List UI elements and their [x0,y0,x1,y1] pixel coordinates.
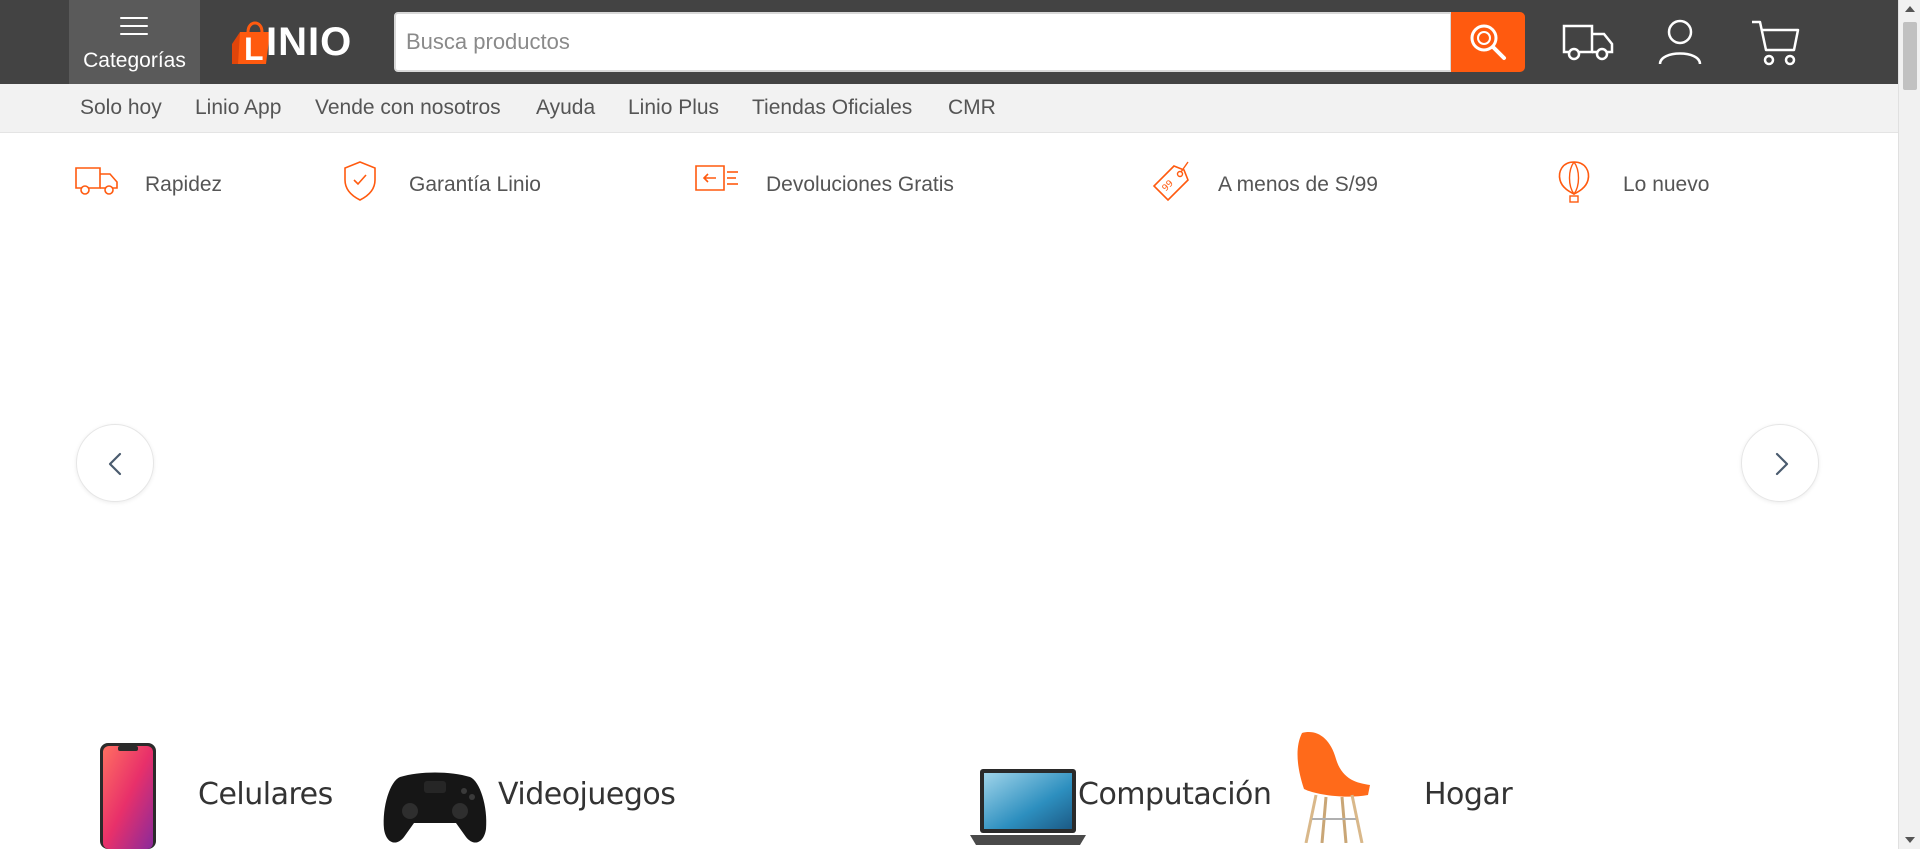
search-box [394,12,1452,72]
category-label: Videojuegos [498,777,676,812]
balloon-icon [1558,161,1590,203]
carousel-next-button[interactable] [1741,424,1819,502]
categories-menu-button[interactable]: Categorías [69,0,200,84]
cart-icon[interactable] [1748,16,1804,68]
nav-link-cmr[interactable]: CMR [948,96,996,120]
benefit-label: Rapidez [145,173,223,196]
top-header: Categorías L INIO [0,0,1898,84]
category-videojuegos[interactable]: Videojuegos [380,735,676,849]
category-celulares[interactable]: Celulares [96,735,336,849]
category-label: Hogar [1424,777,1513,812]
shield-icon [344,161,376,201]
nav-link-linio-plus[interactable]: Linio Plus [628,96,719,120]
chevron-right-icon [1775,452,1789,476]
search-input[interactable] [406,14,1436,70]
search-button[interactable] [1451,12,1525,72]
chair-image [1297,732,1370,843]
category-computacion[interactable]: Computación [968,735,1272,849]
price-tag-icon: 99 [1152,161,1189,202]
nav-link-ayuda[interactable]: Ayuda [536,96,595,120]
hamburger-icon [120,17,148,37]
user-icon[interactable] [1652,16,1708,68]
linio-logo[interactable]: L INIO [230,14,370,66]
scroll-up-arrow-icon[interactable] [1905,6,1915,12]
benefit-lo-nuevo[interactable]: Lo nuevo [1556,160,1756,210]
vertical-scrollbar[interactable] [1898,0,1920,849]
svg-text:L: L [244,31,264,66]
scroll-down-arrow-icon[interactable] [1905,837,1915,843]
benefit-label: Lo nuevo [1623,173,1710,196]
phone-image [100,743,156,849]
gamepad-image [383,772,487,843]
benefit-label: Devoluciones Gratis [766,173,954,196]
benefit-garantia[interactable]: Garantía Linio [342,160,562,210]
benefit-precio[interactable]: 99 A menos de S/99 [1150,160,1410,210]
nav-link-vende[interactable]: Vende con nosotros [315,96,501,120]
chevron-left-icon [108,452,122,476]
truck-icon [75,167,118,195]
nav-link-linio-app[interactable]: Linio App [195,96,281,120]
secondary-nav: Solo hoy Linio App Vende con nosotros Ay… [0,84,1898,133]
logo-text: INIO [266,20,353,64]
scrollbar-thumb[interactable] [1903,22,1917,90]
laptop-image [970,769,1086,845]
category-label: Celulares [198,777,333,812]
search-icon [1470,24,1506,60]
category-label: Computación [1078,777,1272,812]
benefit-devoluciones[interactable]: Devoluciones Gratis [694,160,974,210]
benefit-label: A menos de S/99 [1218,173,1378,196]
return-box-icon [695,165,738,191]
truck-icon[interactable] [1560,16,1616,68]
categories-label: Categorías [83,49,186,72]
category-hogar[interactable]: Hogar [1286,732,1546,849]
benefit-label: Garantía Linio [409,173,541,196]
benefit-rapidez[interactable]: Rapidez [74,160,274,210]
nav-link-tiendas-oficiales[interactable]: Tiendas Oficiales [752,96,912,120]
nav-link-solo-hoy[interactable]: Solo hoy [80,96,162,120]
svg-text:99: 99 [1161,178,1176,193]
carousel-prev-button[interactable] [76,424,154,502]
